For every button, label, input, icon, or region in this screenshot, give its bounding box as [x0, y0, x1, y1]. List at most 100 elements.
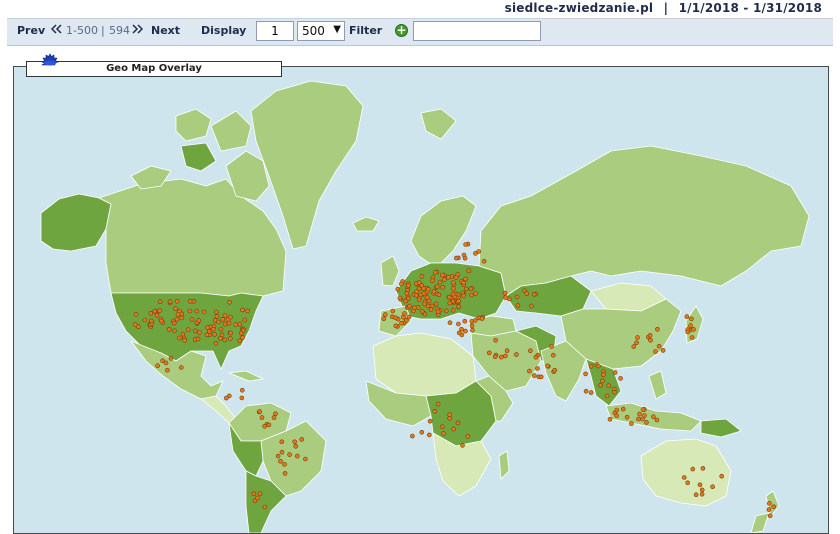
visitor-marker[interactable]	[216, 319, 221, 325]
visitor-marker[interactable]	[479, 316, 485, 321]
visitor-marker[interactable]	[201, 309, 207, 315]
visitor-marker[interactable]	[700, 466, 706, 471]
visitor-marker[interactable]	[533, 354, 539, 360]
visitor-marker[interactable]	[426, 432, 432, 438]
visitor-marker[interactable]	[443, 308, 449, 314]
visitor-marker[interactable]	[640, 407, 646, 412]
visitor-marker[interactable]	[228, 314, 233, 320]
visitor-marker[interactable]	[422, 301, 427, 307]
visitor-marker[interactable]	[450, 291, 456, 297]
visitor-marker[interactable]	[421, 291, 427, 296]
visitor-marker[interactable]	[237, 321, 242, 327]
visitor-marker[interactable]	[166, 327, 172, 332]
visitor-marker[interactable]	[549, 344, 554, 349]
visitor-marker[interactable]	[204, 332, 210, 338]
visitor-marker[interactable]	[463, 328, 468, 334]
visitor-marker[interactable]	[498, 354, 504, 360]
visitor-marker[interactable]	[688, 323, 693, 328]
page-number-input[interactable]	[256, 21, 294, 41]
visitor-marker[interactable]	[529, 303, 534, 309]
visitor-marker[interactable]	[461, 280, 466, 286]
visitor-marker[interactable]	[624, 414, 630, 420]
visitor-marker[interactable]	[259, 415, 265, 420]
visitor-marker[interactable]	[206, 328, 212, 334]
visitor-marker[interactable]	[220, 316, 225, 322]
visitor-marker[interactable]	[382, 312, 388, 317]
visitor-marker[interactable]	[583, 371, 588, 377]
visitor-marker[interactable]	[393, 323, 399, 329]
visitor-marker[interactable]	[222, 313, 228, 318]
visitor-marker[interactable]	[456, 321, 461, 327]
visitor-marker[interactable]	[446, 274, 451, 280]
visitor-marker[interactable]	[468, 292, 474, 298]
visitor-marker[interactable]	[456, 304, 462, 310]
visitor-marker[interactable]	[644, 420, 649, 425]
visitor-marker[interactable]	[635, 335, 640, 340]
visitor-marker[interactable]	[224, 395, 229, 401]
visitor-marker[interactable]	[470, 327, 475, 333]
visitor-marker[interactable]	[634, 340, 639, 346]
visitor-marker[interactable]	[172, 328, 177, 334]
next-button[interactable]: Next	[151, 24, 180, 37]
visitor-marker[interactable]	[303, 456, 308, 462]
visitor-marker[interactable]	[189, 317, 195, 322]
visitor-marker[interactable]	[187, 308, 193, 314]
visitor-marker[interactable]	[439, 424, 445, 430]
visitor-marker[interactable]	[598, 382, 603, 388]
visitor-marker[interactable]	[393, 315, 398, 321]
visitor-marker[interactable]	[282, 471, 288, 476]
visitor-marker[interactable]	[453, 255, 459, 261]
visitor-marker[interactable]	[504, 348, 510, 354]
visitor-marker[interactable]	[684, 314, 690, 319]
visitor-marker[interactable]	[142, 317, 147, 323]
visitor-marker[interactable]	[399, 320, 404, 326]
visitor-marker[interactable]	[403, 318, 409, 323]
visitor-marker[interactable]	[410, 433, 415, 439]
visitor-marker[interactable]	[583, 388, 589, 394]
visitor-marker[interactable]	[453, 275, 459, 280]
visitor-marker[interactable]	[612, 389, 617, 395]
visitor-marker[interactable]	[689, 316, 694, 322]
visitor-marker[interactable]	[456, 330, 462, 336]
visitor-marker[interactable]	[179, 315, 185, 321]
visitor-marker[interactable]	[155, 363, 160, 369]
visitor-marker[interactable]	[152, 308, 158, 314]
visitor-marker[interactable]	[262, 423, 268, 429]
visitor-marker[interactable]	[435, 401, 441, 407]
visitor-marker[interactable]	[213, 340, 219, 346]
visitor-marker[interactable]	[486, 350, 492, 356]
visitor-marker[interactable]	[403, 298, 409, 304]
visitor-marker[interactable]	[430, 278, 435, 284]
visitor-marker[interactable]	[689, 335, 695, 340]
visitor-marker[interactable]	[451, 426, 456, 432]
visitor-marker[interactable]	[159, 318, 164, 324]
visitor-marker[interactable]	[427, 418, 433, 424]
visitor-marker[interactable]	[614, 413, 620, 419]
visitor-marker[interactable]	[419, 273, 425, 279]
visitor-marker[interactable]	[612, 370, 618, 375]
visitor-marker[interactable]	[179, 365, 184, 370]
visitor-marker[interactable]	[402, 311, 407, 316]
visitor-marker[interactable]	[240, 307, 245, 313]
visitor-marker[interactable]	[690, 466, 696, 472]
visitor-marker[interactable]	[481, 258, 487, 264]
visitor-marker[interactable]	[456, 298, 461, 304]
visitor-marker[interactable]	[245, 308, 250, 314]
visitor-marker[interactable]	[175, 312, 181, 317]
visitor-marker[interactable]	[228, 336, 233, 341]
visitor-marker[interactable]	[461, 293, 467, 299]
visitor-marker[interactable]	[455, 420, 461, 426]
visitor-marker[interactable]	[165, 367, 170, 373]
visitor-marker[interactable]	[600, 372, 606, 378]
visitor-marker[interactable]	[186, 327, 191, 333]
visitor-marker[interactable]	[439, 272, 445, 278]
visitor-marker[interactable]	[648, 337, 653, 343]
prev-button[interactable]: Prev	[17, 24, 45, 37]
visitor-marker[interactable]	[432, 270, 438, 275]
visitor-marker[interactable]	[640, 416, 645, 422]
visitor-marker[interactable]	[395, 286, 401, 292]
visitor-marker[interactable]	[503, 353, 508, 359]
visitor-marker[interactable]	[719, 473, 725, 479]
visitor-marker[interactable]	[636, 416, 641, 422]
visitor-marker[interactable]	[239, 395, 245, 401]
